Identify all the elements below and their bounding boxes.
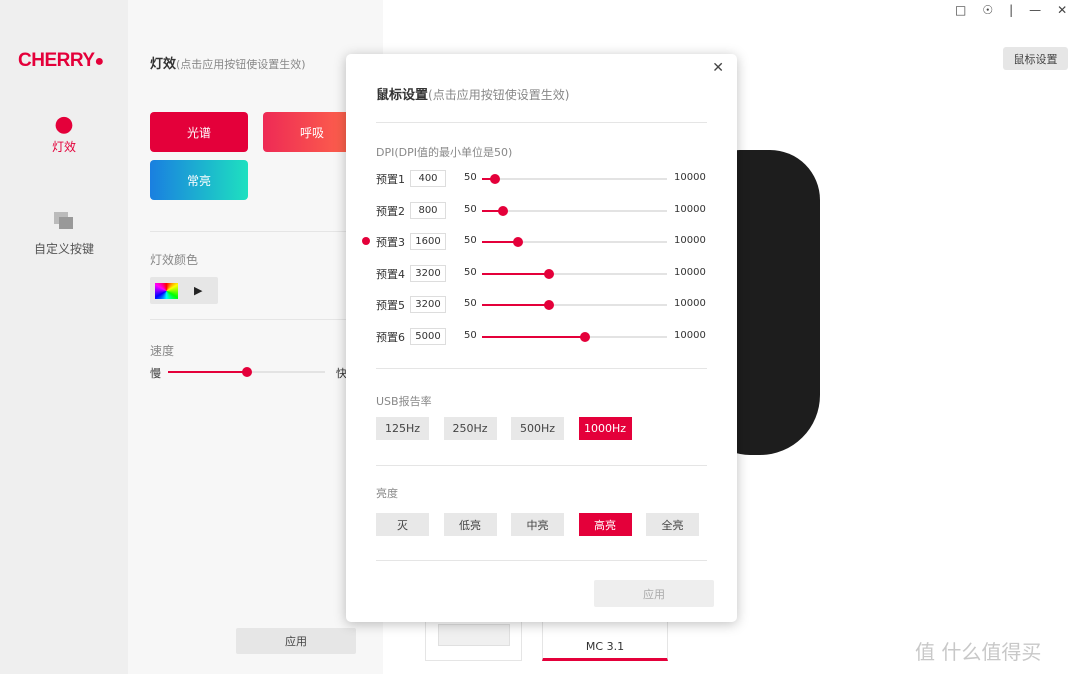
- dpi-preset-row: 预置3 1600 50 10000: [362, 233, 716, 251]
- window-controls: □ ☉ | — ✕: [955, 3, 1067, 17]
- effect-spectrum[interactable]: 光谱: [150, 112, 248, 152]
- active-dot: [362, 237, 370, 246]
- slider-thumb[interactable]: [544, 268, 555, 279]
- dialog-title: 鼠标设置: [376, 88, 429, 103]
- dpi-min: 50: [464, 266, 477, 278]
- settings-icon[interactable]: ☉: [982, 3, 993, 17]
- dpi-preset-row: 预置6 5000 50 10000: [376, 328, 716, 346]
- color-picker-button[interactable]: ▶: [150, 277, 218, 304]
- usb-option[interactable]: 1000Hz: [578, 417, 632, 440]
- dpi-label: DPI(DPI值的最小单位是50): [376, 146, 513, 159]
- dpi-max: 10000: [674, 172, 706, 183]
- effect-static[interactable]: 常亮: [150, 160, 248, 200]
- divider: |: [1009, 3, 1014, 17]
- slider-thumb[interactable]: [497, 205, 508, 216]
- cherry-logo: CHERRY●: [18, 50, 104, 71]
- dpi-min: 50: [464, 298, 477, 310]
- dpi-input[interactable]: 5000: [410, 328, 446, 345]
- usb-option[interactable]: 500Hz: [511, 417, 564, 440]
- dpi-input[interactable]: 800: [410, 201, 446, 219]
- dialog-apply-button[interactable]: 应用: [594, 580, 714, 607]
- dpi-slider[interactable]: [482, 205, 667, 216]
- dpi-min: 50: [464, 203, 477, 215]
- preset-name: 预置2: [376, 204, 405, 218]
- dpi-input[interactable]: 400: [410, 170, 446, 187]
- dpi-min: 50: [464, 235, 477, 247]
- preset-name: 预置4: [376, 267, 405, 281]
- mouse-settings-button[interactable]: 鼠标设置: [1003, 47, 1068, 70]
- bright-option[interactable]: 高亮: [578, 513, 632, 536]
- minimize-icon[interactable]: —: [1029, 3, 1041, 17]
- panel-hint: (点击应用按钮使设置生效): [176, 58, 306, 71]
- color-label: 灯效颜色: [150, 253, 199, 267]
- sidebar-item-lighting[interactable]: ● 灯效: [0, 112, 128, 155]
- bright-option[interactable]: 低亮: [443, 513, 497, 536]
- dpi-max: 10000: [674, 235, 706, 247]
- dpi-input[interactable]: 1600: [410, 233, 446, 251]
- dpi-preset-row: 预置5 3200 50 10000: [376, 296, 716, 314]
- sidebar-item-custom-keys[interactable]: 自定义按键: [0, 212, 128, 257]
- preset-name: 预置1: [376, 173, 405, 186]
- usb-option[interactable]: 125Hz: [376, 417, 429, 440]
- bright-option[interactable]: 全亮: [646, 513, 699, 536]
- dpi-slider[interactable]: [482, 174, 667, 184]
- brightness-label: 亮度: [376, 487, 398, 500]
- speed-slider[interactable]: [168, 367, 325, 377]
- lighting-panel: 灯效(点击应用按钮使设置生效) 光谱 呼吸 常亮 灯效颜色 ▶ 速度 慢 快 应…: [128, 0, 383, 674]
- panel-apply-button[interactable]: 应用: [236, 628, 356, 654]
- preset-name: 预置6: [376, 331, 405, 344]
- dpi-preset-row: 预置1 400 50 10000: [376, 170, 716, 188]
- usb-label: USB报告率: [376, 395, 432, 408]
- speed-slow-label: 慢: [150, 367, 161, 380]
- close-icon[interactable]: ✕: [1057, 3, 1067, 17]
- dpi-preset-row: 预置4 3200 50 10000: [376, 264, 716, 283]
- dpi-max: 10000: [674, 266, 706, 278]
- keyboard-thumbnail: [437, 624, 510, 646]
- speed-label: 速度: [150, 344, 175, 358]
- color-wheel-icon: [155, 282, 178, 299]
- panel-title: 灯效: [150, 57, 177, 72]
- bulb-icon: ●: [54, 112, 74, 137]
- dialog-hint: (点击应用按钮使设置生效): [428, 88, 570, 102]
- dpi-input[interactable]: 3200: [410, 296, 446, 314]
- dpi-max: 10000: [674, 203, 706, 215]
- play-icon: ▶: [194, 284, 203, 297]
- slider-thumb[interactable]: [544, 300, 555, 311]
- preset-name: 预置3: [376, 236, 405, 250]
- dpi-min: 50: [464, 172, 477, 183]
- bright-option[interactable]: 中亮: [511, 513, 564, 536]
- keys-icon: [54, 212, 74, 230]
- dpi-slider[interactable]: [482, 332, 667, 342]
- sidebar: CHERRY● ● 灯效 自定义按键: [0, 0, 128, 674]
- slider-thumb[interactable]: [489, 174, 500, 184]
- dpi-preset-row: 预置2 800 50 10000: [376, 201, 716, 220]
- watermark: 值 什么值得买: [915, 640, 1042, 664]
- mouse-settings-dialog: ✕ 鼠标设置(点击应用按钮使设置生效) DPI(DPI值的最小单位是50) 预置…: [346, 54, 737, 622]
- slider-thumb[interactable]: [579, 332, 590, 342]
- dpi-slider[interactable]: [482, 237, 667, 248]
- usb-option[interactable]: 250Hz: [443, 417, 497, 440]
- dpi-slider[interactable]: [482, 300, 667, 311]
- preset-name: 预置5: [376, 299, 405, 313]
- dpi-max: 10000: [674, 298, 706, 310]
- slider-thumb[interactable]: [513, 237, 524, 248]
- dpi-slider[interactable]: [482, 268, 667, 279]
- bright-option[interactable]: 灭: [376, 513, 429, 536]
- feedback-icon[interactable]: □: [955, 3, 966, 17]
- dpi-input[interactable]: 3200: [410, 264, 446, 282]
- close-icon[interactable]: ✕: [712, 60, 724, 76]
- dpi-max: 10000: [674, 330, 706, 341]
- dpi-min: 50: [464, 330, 477, 341]
